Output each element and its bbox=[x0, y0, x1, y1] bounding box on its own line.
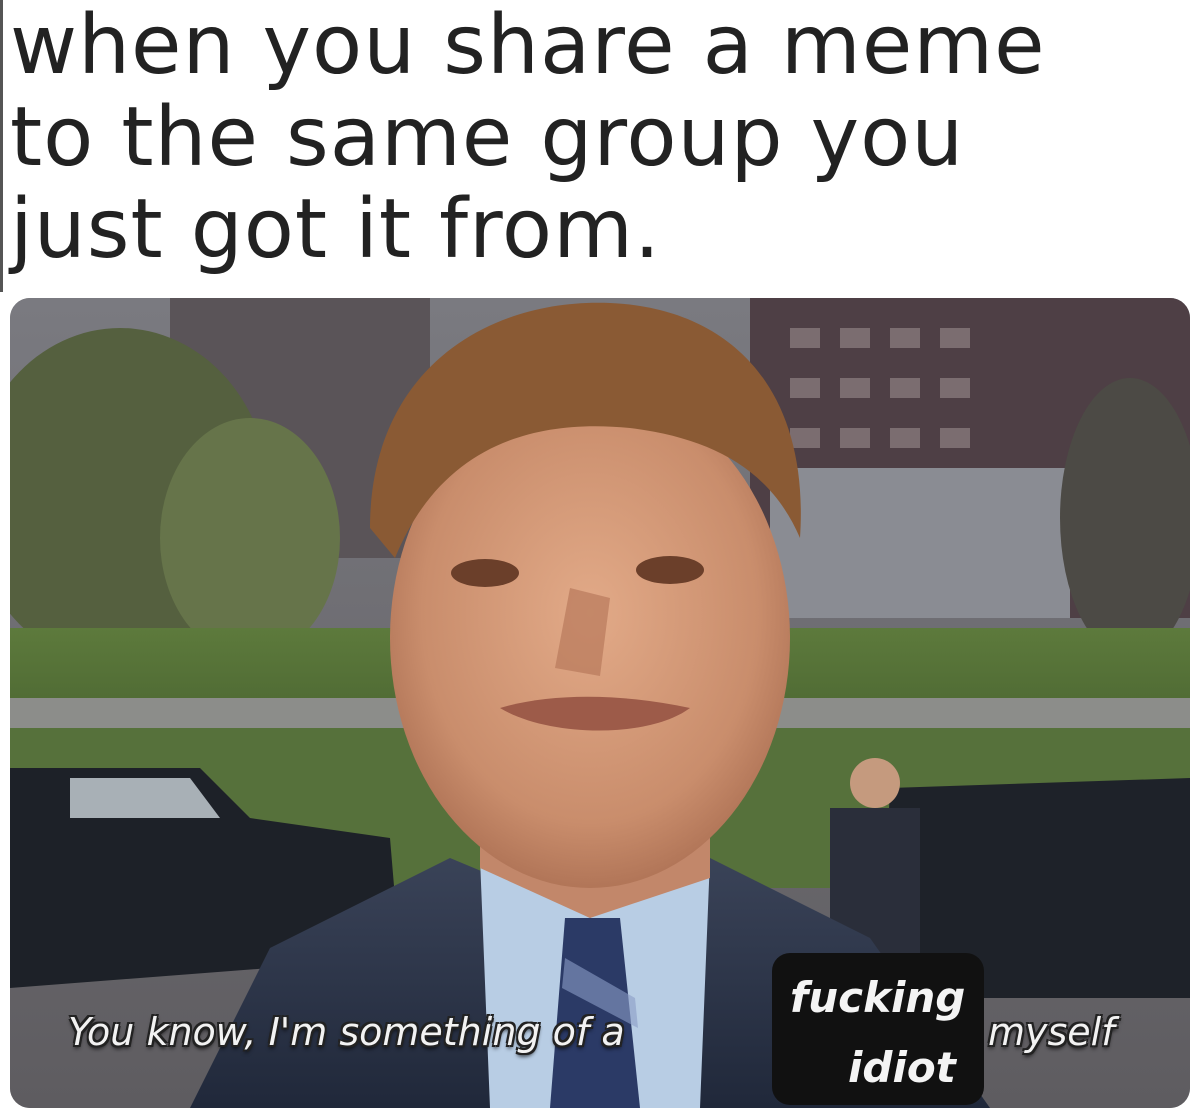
subtitle-end: myself bbox=[988, 1010, 1115, 1054]
caption-line-1: when you share a meme bbox=[10, 0, 1046, 93]
inserted-word-1: fucking bbox=[790, 973, 966, 1022]
low-building bbox=[770, 468, 1070, 618]
tree-mid bbox=[160, 418, 340, 658]
movie-scene-illustration bbox=[10, 298, 1190, 1108]
caption-line-2: to the same group you bbox=[10, 90, 965, 185]
caption-line-3: just got it from. bbox=[10, 182, 662, 277]
subtitle-main: You know, I'm something of a bbox=[68, 1010, 625, 1054]
inserted-word-2: idiot bbox=[848, 1043, 956, 1092]
meme-caption: when you share a meme to the same group … bbox=[10, 0, 1190, 276]
left-border-line bbox=[0, 0, 3, 292]
movie-still: You know, I'm something of a fucking idi… bbox=[10, 298, 1190, 1108]
